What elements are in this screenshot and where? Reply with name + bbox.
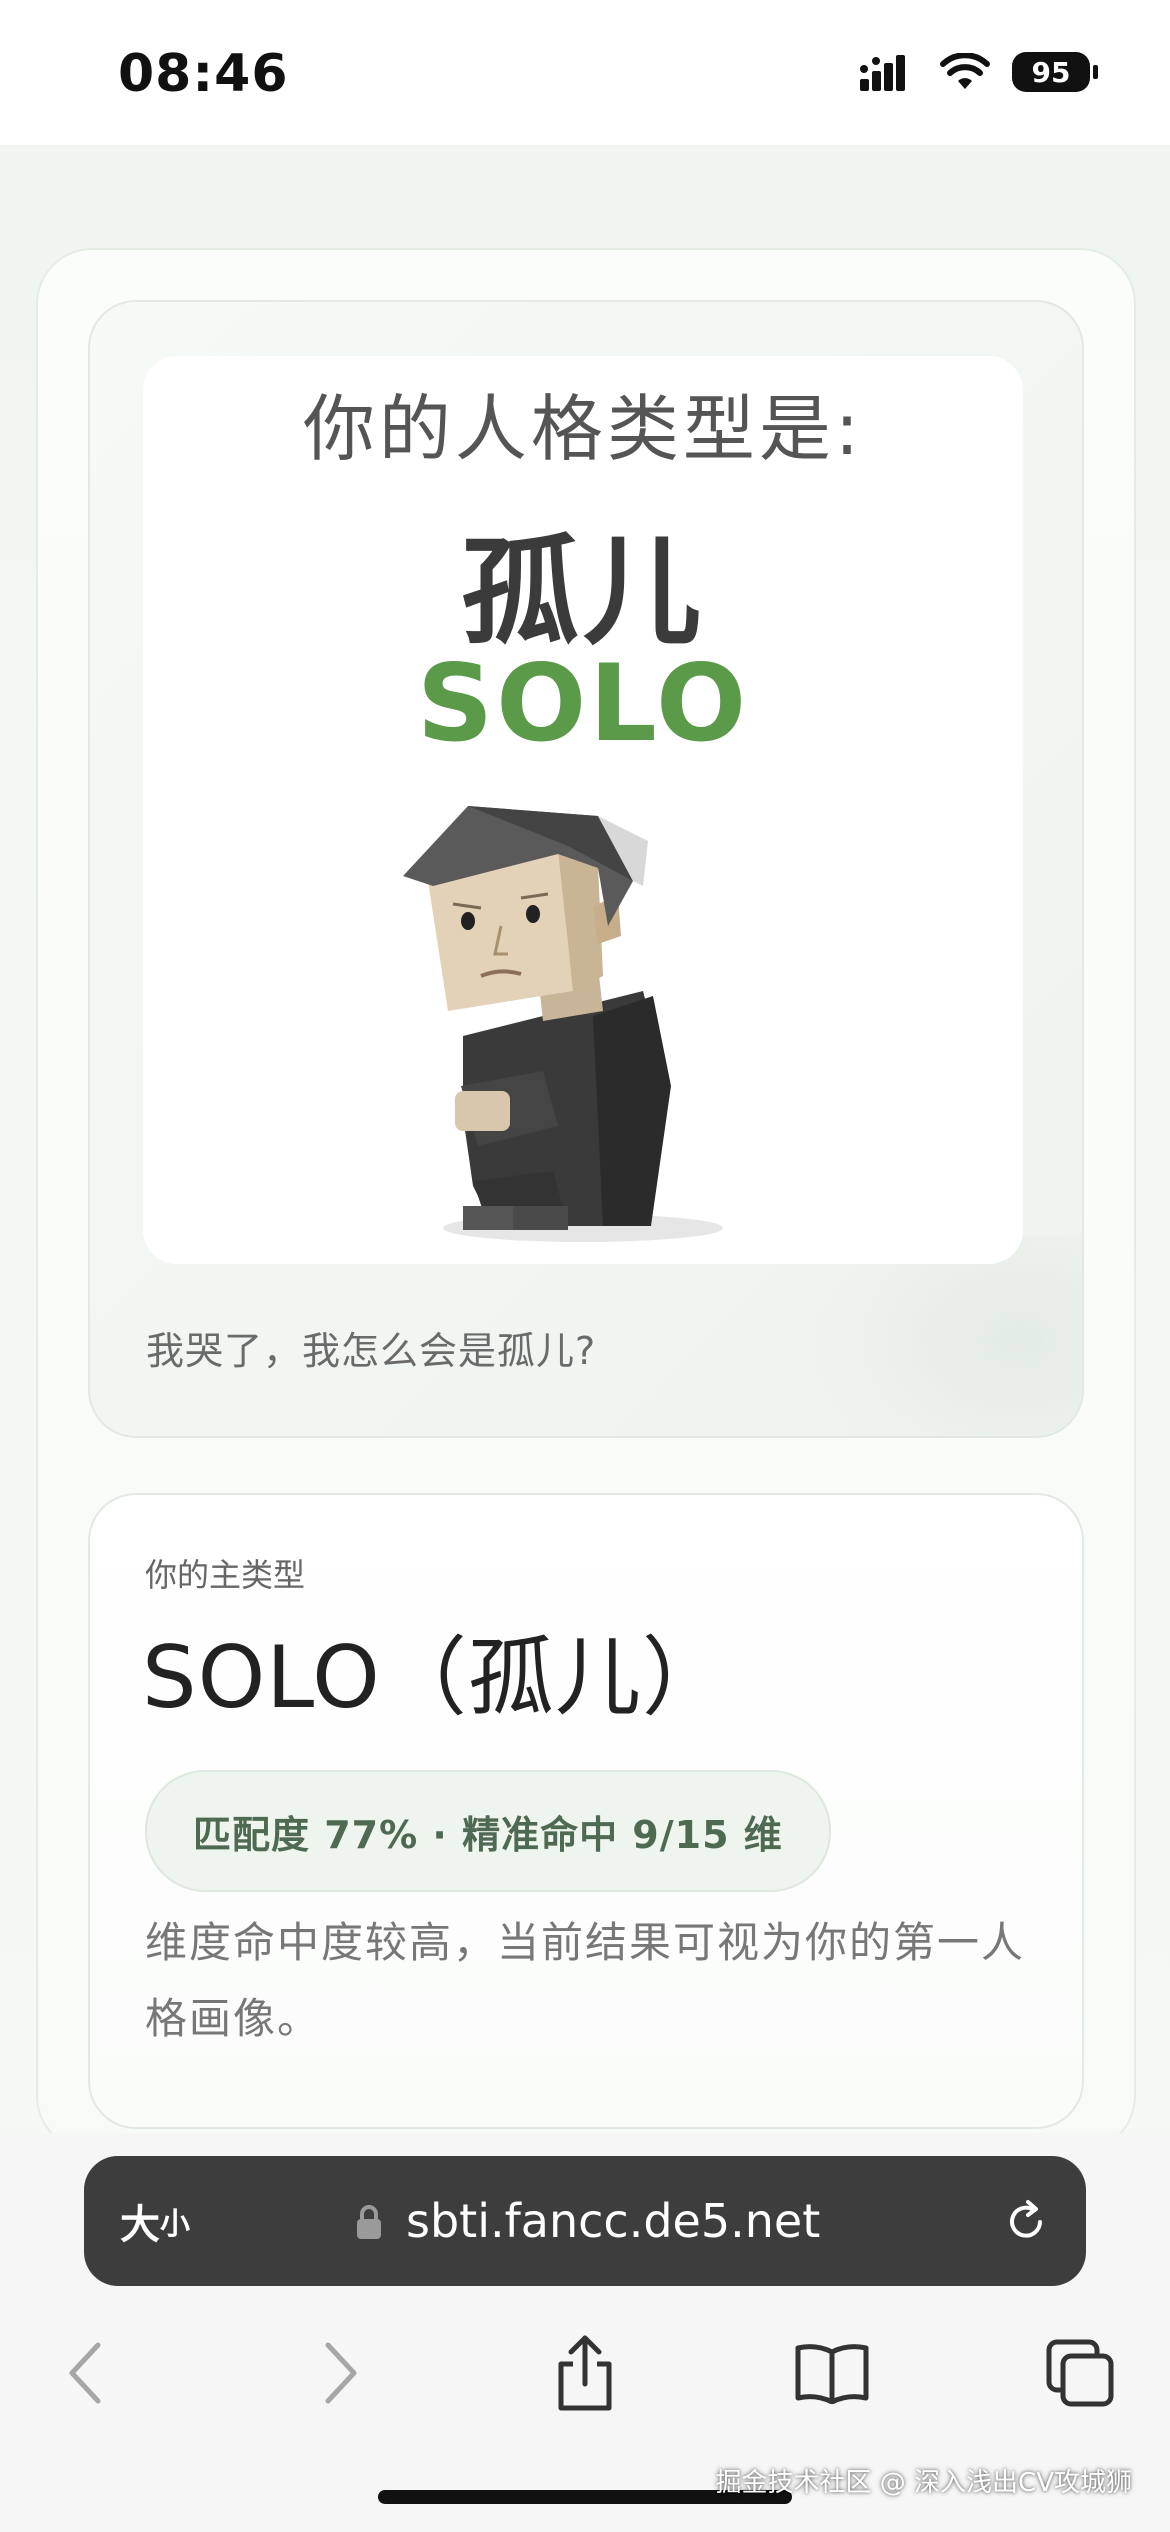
status-icons: 95 — [860, 52, 1098, 92]
address-bar[interactable]: 大小 sbti.fancc.de5.net — [84, 2156, 1086, 2286]
text-size-small-label: 小 — [160, 2207, 190, 2242]
text-size-big-label: 大 — [120, 2202, 160, 2248]
watermark: 掘金技术社区 @ 深入浅出CV攻城狮 — [715, 2468, 1132, 2498]
status-time: 08:46 — [118, 44, 289, 104]
main-type-title: SOLO（孤儿） — [142, 1628, 729, 1728]
share-button[interactable] — [545, 2328, 625, 2418]
share-icon — [558, 2335, 612, 2411]
url-text[interactable]: sbti.fancc.de5.net — [406, 2156, 820, 2286]
status-bar: 08:46 95 — [0, 0, 1170, 145]
forward-button[interactable] — [300, 2328, 380, 2418]
reload-icon[interactable] — [1002, 2198, 1050, 2246]
match-badge: 匹配度 77% · 精准命中 9/15 维 — [145, 1770, 831, 1892]
browser-toolbar — [0, 2316, 1170, 2436]
text-size-button[interactable]: 大小 — [120, 2156, 190, 2286]
chevron-right-icon — [325, 2342, 357, 2404]
battery-icon: 95 — [1012, 52, 1098, 92]
main-type-card: 你的主类型 SOLO（孤儿） 匹配度 77% · 精准命中 9/15 维 维度命… — [88, 1493, 1084, 2129]
back-button[interactable] — [46, 2328, 126, 2418]
chevron-left-icon — [69, 2342, 101, 2404]
poster-card: 你的人格类型是: 孤儿 SOLO 我哭了，我怎么会是孤儿? — [88, 300, 1084, 1438]
tabs-icon — [1046, 2339, 1114, 2407]
tabs-button[interactable] — [1040, 2328, 1120, 2418]
main-type-description: 维度命中度较高，当前结果可视为你的第一人格画像。 — [145, 1918, 1026, 2043]
sad-character-illustration — [403, 806, 723, 1242]
poster-caption: 我哭了，我怎么会是孤儿? — [146, 1329, 597, 1373]
cellular-signal-icon — [860, 55, 905, 91]
bookmarks-button[interactable] — [792, 2328, 872, 2418]
main-type-label: 你的主类型 — [145, 1556, 306, 1594]
lock-icon — [357, 2205, 381, 2239]
poster-heading: 你的人格类型是: — [302, 387, 864, 471]
personality-poster-image: 你的人格类型是: 孤儿 SOLO — [143, 356, 1023, 1264]
wifi-icon — [940, 53, 990, 89]
poster-type-en: SOLO — [416, 642, 750, 765]
book-icon — [795, 2344, 869, 2404]
decorative-blob — [802, 1236, 1082, 1436]
